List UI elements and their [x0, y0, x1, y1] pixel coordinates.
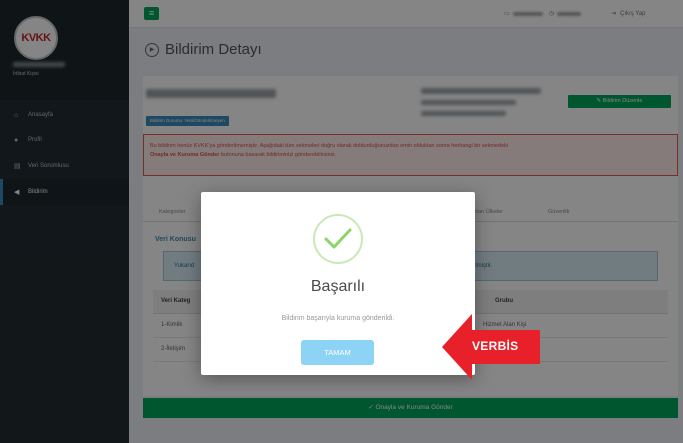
success-check-icon — [313, 214, 363, 264]
confirm-ok-button[interactable]: TAMAM — [301, 340, 374, 365]
success-modal: Başarılı Bildirim başarıyla kuruma gönde… — [201, 192, 475, 375]
modal-message: Bildirim başarıyla kuruma gönderildi. — [281, 315, 395, 322]
verbis-arrow-annotation: VERBİS — [442, 312, 542, 382]
modal-title: Başarılı — [310, 278, 366, 295]
verbis-label: VERBİS — [472, 339, 519, 353]
